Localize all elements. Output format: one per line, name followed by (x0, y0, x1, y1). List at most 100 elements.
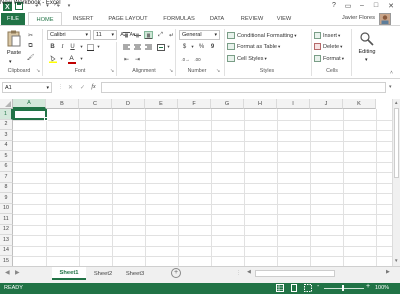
font-launcher-icon[interactable]: ↘ (110, 68, 114, 74)
format-cells-button[interactable]: Format ▾ (314, 54, 344, 63)
italic-icon[interactable]: I (58, 43, 67, 51)
new-sheet-icon[interactable]: + (171, 268, 181, 278)
column-header-h[interactable]: H (244, 99, 277, 109)
avatar[interactable] (379, 13, 391, 25)
column-header-f[interactable]: F (178, 99, 211, 109)
next-sheet-icon[interactable]: ▶ (15, 269, 20, 276)
close-icon[interactable]: ✕ (384, 0, 398, 11)
row-header-3[interactable]: 3 (0, 130, 13, 141)
orientation-icon[interactable]: ⤢ (156, 31, 165, 39)
insert-function-icon[interactable]: fx (89, 83, 98, 91)
sheet-tab-sheet2[interactable]: Sheet2 (88, 267, 118, 280)
editing-button[interactable]: Editing (354, 49, 380, 55)
scroll-right-icon[interactable]: ▶ (386, 269, 390, 275)
previous-sheet-icon[interactable]: ◀ (5, 269, 10, 276)
row-header-14[interactable]: 14 (0, 245, 13, 256)
align-right-icon[interactable] (144, 43, 153, 51)
row-header-5[interactable]: 5 (0, 151, 13, 162)
row-header-1[interactable]: 1 (0, 109, 13, 120)
column-header-j[interactable]: J (310, 99, 343, 109)
alignment-launcher-icon[interactable]: ↘ (169, 68, 173, 74)
insert-cells-button[interactable]: Insert ▾ (314, 31, 340, 40)
select-all-corner[interactable] (0, 99, 13, 109)
merge-dropdown-icon[interactable]: ▾ (164, 43, 173, 51)
page-layout-view-icon[interactable] (290, 284, 298, 292)
row-header-9[interactable]: 9 (0, 193, 13, 204)
tab-data[interactable]: DATA (205, 13, 229, 25)
column-header-d[interactable]: D (112, 99, 145, 109)
align-left-icon[interactable] (122, 43, 131, 51)
fill-color-icon[interactable] (48, 55, 57, 63)
column-header-b[interactable]: B (46, 99, 79, 109)
align-center-icon[interactable] (133, 43, 142, 51)
percent-icon[interactable]: % (197, 43, 206, 51)
horizontal-scroll-thumb[interactable] (255, 270, 335, 277)
format-painter-icon[interactable]: 🖌 (26, 53, 35, 61)
copy-icon[interactable]: ⧉ (26, 42, 35, 50)
expand-formula-bar-icon[interactable]: ▾ (389, 84, 392, 90)
sheet-tab-sheet3[interactable]: Sheet3 (120, 267, 150, 280)
editing-dropdown-icon[interactable]: ▾ (365, 57, 368, 63)
currency-dropdown-icon[interactable]: ▾ (188, 43, 197, 51)
borders-dropdown-icon[interactable]: ▾ (94, 43, 103, 51)
user-name[interactable]: Javier Flores (325, 15, 375, 24)
row-header-10[interactable]: 10 (0, 203, 13, 214)
fill-color-dropdown-icon[interactable]: ▾ (57, 55, 66, 63)
font-color-icon[interactable]: A (67, 54, 76, 62)
underline-icon[interactable]: U (68, 43, 77, 51)
tab-split-grip-icon[interactable]: ⋮ (236, 270, 241, 276)
sheet-tab-sheet1[interactable]: Sheet1 (52, 267, 86, 280)
row-header-2[interactable]: 2 (0, 119, 13, 130)
column-header-c[interactable]: C (79, 99, 112, 109)
row-header-4[interactable]: 4 (0, 140, 13, 151)
number-launcher-icon[interactable]: ↘ (216, 68, 220, 74)
customize-qat-icon[interactable]: ▾ (65, 1, 73, 11)
column-header-a[interactable]: A (13, 99, 46, 109)
font-color-dropdown-icon[interactable]: ▾ (77, 55, 86, 63)
vertical-scrollbar[interactable]: ▲ ▼ (392, 99, 400, 266)
minimize-icon[interactable]: – (355, 0, 369, 11)
align-middle-icon[interactable] (133, 31, 142, 39)
help-icon[interactable]: ? (327, 0, 341, 11)
worksheet-grid[interactable]: ABCDEFGHIJK 1 2 3 4 5 6 7 8 9 10 11 12 13 14 15 (0, 99, 392, 266)
cell-styles-button[interactable]: Cell Styles ▾ (227, 54, 267, 63)
scroll-up-icon[interactable]: ▲ (394, 100, 398, 105)
row-header-13[interactable]: 13 (0, 235, 13, 246)
zoom-level[interactable]: 100% (375, 285, 389, 291)
tab-file[interactable]: FILE (1, 13, 25, 25)
clipboard-launcher-icon[interactable]: ↘ (36, 68, 40, 74)
column-header-e[interactable]: E (145, 99, 178, 109)
align-bottom-icon[interactable] (144, 31, 153, 39)
row-header-15[interactable]: 15 (0, 256, 13, 266)
paste-icon[interactable] (6, 30, 22, 48)
cancel-formula-icon[interactable]: ✕ (66, 83, 75, 91)
zoom-slider[interactable] (324, 288, 364, 289)
decrease-decimal-icon[interactable]: .00 (193, 55, 202, 63)
normal-view-icon[interactable] (276, 284, 284, 292)
column-header-k[interactable]: K (343, 99, 376, 109)
paste-button[interactable]: Paste (4, 50, 24, 56)
row-header-11[interactable]: 11 (0, 214, 13, 225)
font-name-select[interactable]: Calibri ▾ (47, 30, 91, 40)
cut-icon[interactable]: ✂ (26, 31, 35, 39)
row-header-7[interactable]: 7 (0, 172, 13, 183)
tab-home[interactable]: HOME (28, 12, 62, 26)
tab-page-layout[interactable]: PAGE LAYOUT (103, 13, 153, 25)
number-format-select[interactable]: General ▾ (179, 30, 220, 40)
scroll-down-icon[interactable]: ▼ (394, 258, 398, 263)
paste-dropdown-icon[interactable]: ▾ (9, 59, 12, 65)
column-header-g[interactable]: G (211, 99, 244, 109)
format-as-table-button[interactable]: Format as Table ▾ (227, 42, 280, 51)
tab-view[interactable]: VIEW (273, 13, 295, 25)
enter-formula-icon[interactable]: ✓ (78, 83, 87, 91)
zoom-out-button[interactable]: - (317, 283, 319, 290)
conditional-formatting-button[interactable]: Conditional Formatting ▾ (227, 31, 297, 40)
increase-indent-icon[interactable]: ⇥ (133, 55, 142, 63)
page-break-view-icon[interactable] (304, 284, 312, 292)
tab-insert[interactable]: INSERT (68, 13, 98, 25)
underline-dropdown-icon[interactable]: ▾ (77, 43, 86, 51)
align-top-icon[interactable] (122, 31, 131, 39)
comma-style-icon[interactable]: 9 (208, 43, 217, 51)
font-size-select[interactable]: 11 ▾ (93, 30, 117, 40)
row-header-12[interactable]: 12 (0, 224, 13, 235)
